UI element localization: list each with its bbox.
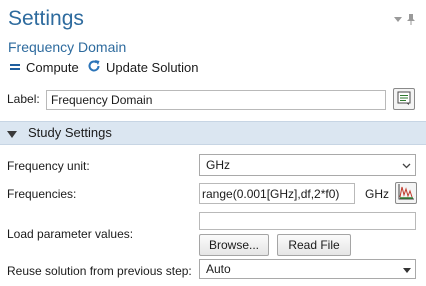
document-comment-icon: [396, 90, 412, 109]
dropdown-arrow-icon: [403, 262, 411, 276]
frequencies-label: Frequencies:: [7, 187, 77, 201]
panel-controls: [394, 14, 415, 25]
pin-icon[interactable]: [407, 14, 415, 25]
update-solution-button[interactable]: Update Solution: [87, 58, 199, 76]
reuse-solution-value: Auto: [206, 262, 231, 276]
frequencies-unit: GHz: [365, 187, 389, 201]
section-title: Study Settings: [28, 125, 112, 140]
label-input[interactable]: Frequency Domain: [46, 90, 386, 110]
page-title: Settings: [8, 7, 84, 30]
dropdown-arrow-icon[interactable]: [394, 16, 402, 23]
label-comment-button[interactable]: [393, 88, 415, 110]
frequency-unit-value: GHz: [206, 158, 230, 172]
compute-button[interactable]: Compute: [9, 58, 79, 76]
load-parameter-values-input[interactable]: [199, 212, 416, 230]
frequency-unit-select[interactable]: GHz: [199, 154, 416, 176]
frequencies-input[interactable]: range(0.001[GHz],df,2*f0): [199, 183, 355, 204]
range-chart-icon: [397, 183, 415, 204]
load-parameter-values-label: Load parameter values:: [7, 227, 134, 241]
frequency-unit-label: Frequency unit:: [7, 159, 90, 173]
update-solution-label: Update Solution: [106, 59, 199, 75]
label-field-label: Label:: [7, 92, 40, 106]
chevron-down-icon[interactable]: [7, 128, 17, 142]
browse-button[interactable]: Browse...: [199, 234, 269, 256]
refresh-icon: [87, 59, 101, 76]
compute-label: Compute: [26, 59, 79, 75]
equals-icon: [9, 60, 21, 75]
reuse-solution-select[interactable]: Auto: [199, 259, 416, 279]
chevron-down-icon: [402, 158, 411, 172]
node-subtitle: Frequency Domain: [8, 39, 127, 55]
reuse-solution-label: Reuse solution from previous step:: [7, 264, 192, 278]
range-button[interactable]: [395, 182, 417, 204]
read-file-button[interactable]: Read File: [277, 234, 351, 256]
